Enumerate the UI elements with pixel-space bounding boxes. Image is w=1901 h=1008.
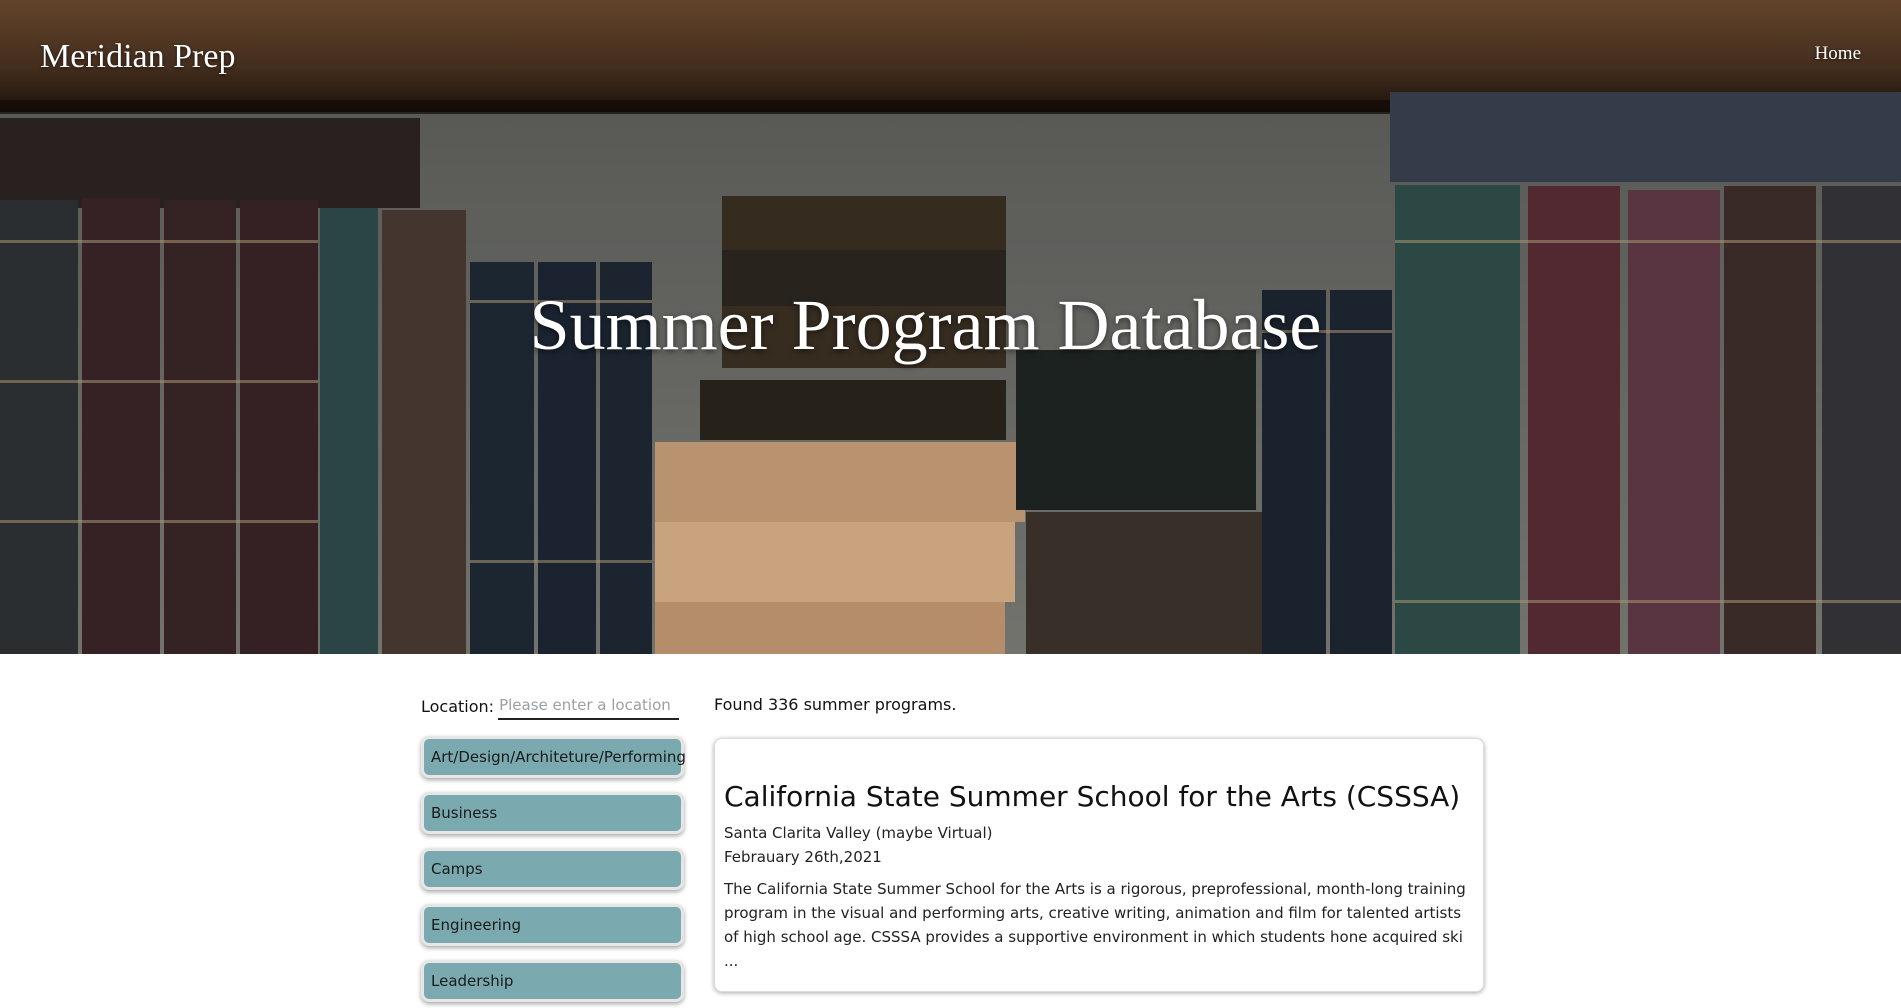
program-card[interactable]: California State Summer School for the A… [714,738,1484,992]
category-list: Art/Design/Architeture/Performing Busine… [421,736,686,1002]
hero-title: Summer Program Database [529,285,1322,365]
location-label: Location: [421,697,495,716]
category-button-leadership[interactable]: Leadership [421,960,684,1002]
results-panel: Found 336 summer programs. California St… [714,690,1484,992]
category-button-engineering[interactable]: Engineering [421,904,684,946]
category-button-camps[interactable]: Camps [421,848,684,890]
category-button-business[interactable]: Business [421,792,684,834]
brand-logo-link[interactable]: Meridian Prep [40,38,235,76]
program-deadline: Febrauary 26th,2021 [724,848,882,866]
program-location: Santa Clarita Valley (maybe Virtual) [724,824,993,842]
location-filter: Location: [421,690,686,720]
nav-home-link[interactable]: Home [1815,43,1861,65]
program-title[interactable]: California State Summer School for the A… [724,777,1473,817]
category-button-art-design[interactable]: Art/Design/Architeture/Performing [421,736,686,778]
hero-banner: Meridian Prep Home Summer Program Databa… [0,0,1901,654]
results-count: Found 336 summer programs. [714,695,957,714]
program-description: The California State Summer School for t… [724,880,1466,970]
filter-sidebar: Location: Art/Design/Architeture/Perform… [421,690,686,1008]
location-input[interactable] [498,692,680,720]
